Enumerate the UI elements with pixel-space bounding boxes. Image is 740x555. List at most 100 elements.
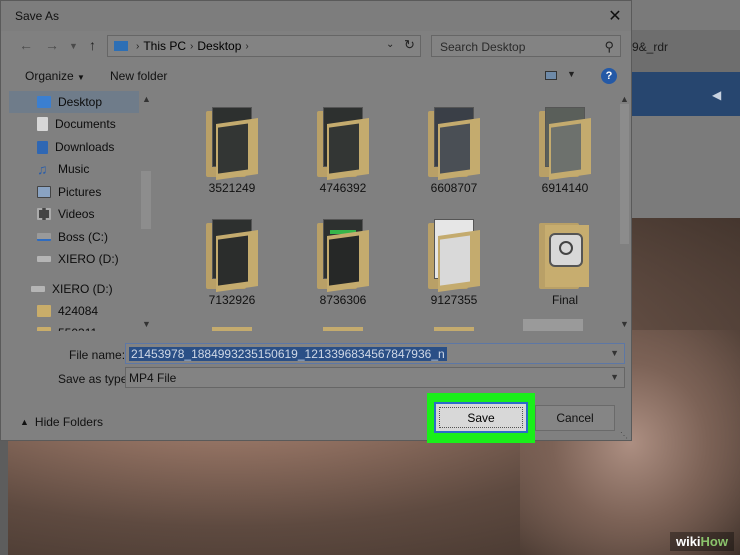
sidebar-item-xiero-d-root[interactable]: XIERO (D:) (9, 278, 139, 300)
file-name-input[interactable]: 21453978_1884993235150619_12133968345678… (125, 343, 625, 364)
file-name: 7132926 (208, 293, 256, 307)
save-as-type-select[interactable]: MP4 File ▼ (125, 367, 625, 388)
folder-icon (37, 327, 51, 331)
folder-icon (317, 219, 369, 292)
refresh-icon[interactable]: ↻ (404, 37, 415, 53)
back-arrow-icon[interactable]: ← (19, 37, 33, 53)
sidebar-item-downloads[interactable]: Downloads (9, 136, 139, 158)
file-item[interactable]: 4746392 (285, 97, 385, 205)
file-item[interactable]: 7132926 (174, 209, 274, 317)
navigation-scroll-thumb[interactable] (141, 171, 151, 229)
organize-button[interactable]: Organize ▼ (25, 69, 85, 83)
sidebar-item-boss-c[interactable]: Boss (C:) (9, 226, 139, 248)
downloads-icon (37, 140, 48, 154)
search-input[interactable]: Search Desktop (440, 40, 525, 54)
file-name: 4746392 (319, 181, 367, 195)
address-bar[interactable]: › This PC › Desktop › ⌄ ↻ (107, 35, 421, 57)
save-button[interactable]: Save (434, 402, 528, 433)
file-item[interactable]: 6914140 (507, 97, 607, 205)
folder-icon (428, 107, 480, 180)
chevron-up-icon: ▲ (20, 417, 29, 427)
scroll-up-icon[interactable]: ▲ (620, 94, 629, 104)
toolbar: Organize ▼ New folder ▼ (1, 63, 631, 89)
usb-drive-icon (31, 286, 45, 292)
wikihow-watermark: wikiHow (669, 532, 734, 551)
save-as-type-value: MP4 File (129, 371, 177, 385)
folder-icon (539, 107, 591, 180)
sidebar-item-pictures[interactable]: Pictures (9, 181, 139, 203)
forward-arrow-icon[interactable]: → (45, 37, 59, 53)
file-item[interactable]: 3521249 (174, 97, 274, 205)
usb-drive-icon (37, 256, 51, 262)
chevron-down-icon: ▼ (77, 73, 85, 82)
file-name-value[interactable]: 21453978_1884993235150619_12133968345678… (129, 347, 447, 361)
sidebar-item-documents[interactable]: Documents (9, 113, 139, 135)
file-item-partial[interactable] (285, 321, 385, 331)
help-icon[interactable]: ? (601, 68, 617, 84)
file-name: 6608707 (430, 181, 478, 195)
scroll-up-icon[interactable]: ▲ (142, 94, 151, 104)
file-name-label: File name: (69, 348, 126, 362)
file-list-scroll-thumb[interactable] (620, 104, 629, 244)
chevron-down-icon[interactable]: ▼ (610, 348, 619, 358)
breadcrumb-separator-icon[interactable]: › (136, 41, 139, 52)
file-item[interactable]: 9127355 (396, 209, 496, 317)
close-button[interactable]: ✕ (599, 3, 631, 29)
navigation-pane: Desktop Documents Downloads ♫ Music Pictu… (9, 91, 153, 331)
pictures-icon (37, 186, 51, 198)
documents-icon (37, 117, 48, 131)
sidebar-item-music[interactable]: ♫ Music (9, 158, 139, 180)
desktop-icon (37, 96, 51, 108)
background-tab-strip (632, 0, 740, 30)
resize-grip-icon[interactable]: ⋱ (620, 431, 628, 440)
cancel-button[interactable]: Cancel (535, 405, 615, 431)
close-icon: ✕ (608, 8, 622, 25)
sidebar-item-424084[interactable]: 424084 (9, 300, 139, 322)
folder-icon (206, 219, 258, 292)
file-item[interactable]: 6608707 (396, 97, 496, 205)
breadcrumb-separator-icon[interactable]: › (190, 41, 193, 52)
recent-locations-chevron-icon[interactable]: ▼ (69, 41, 78, 51)
folder-icon (428, 219, 480, 292)
drive-icon (37, 233, 51, 241)
breadcrumb-separator-icon[interactable]: › (245, 41, 248, 52)
file-name: 8736306 (319, 293, 367, 307)
title-bar: Save As ✕ (1, 1, 631, 31)
file-name: 6914140 (541, 181, 589, 195)
view-dropdown-icon[interactable]: ▼ (567, 69, 576, 79)
address-dropdown-icon[interactable]: ⌄ (386, 39, 394, 50)
search-icon: ⚲ (604, 39, 614, 54)
search-box[interactable]: Search Desktop ⚲ (431, 35, 621, 57)
file-item[interactable]: 8736306 (285, 209, 385, 317)
new-folder-button[interactable]: New folder (110, 69, 167, 83)
focus-ring (439, 407, 523, 428)
sidebar-item-xiero-d[interactable]: XIERO (D:) (9, 248, 139, 270)
file-name: 3521249 (208, 181, 256, 195)
save-as-dialog: Save As ✕ ← → ▼ ↑ › This PC › Desktop › … (0, 0, 632, 443)
sidebar-item-videos[interactable]: Videos (9, 203, 139, 225)
file-list: 3521249 4746392 6608707 6914140 7132926 … (154, 91, 616, 331)
file-name: 9127355 (430, 293, 478, 307)
breadcrumb-this-pc[interactable]: This PC (143, 39, 186, 53)
file-item-partial[interactable] (507, 317, 607, 331)
sidebar-item-desktop[interactable]: Desktop (9, 91, 139, 113)
videos-icon (37, 208, 51, 220)
dialog-title: Save As (15, 9, 60, 23)
sidebar-item-550311[interactable]: 550311 (9, 322, 139, 331)
music-icon: ♫ (37, 161, 48, 177)
chevron-down-icon[interactable]: ▼ (610, 372, 619, 382)
folder-icon (37, 305, 51, 317)
file-item[interactable]: Final (507, 209, 607, 317)
file-name: Final (551, 293, 578, 307)
folder-icon (539, 219, 591, 289)
folder-icon (206, 107, 258, 180)
scroll-down-icon[interactable]: ▼ (620, 319, 629, 329)
view-options-icon[interactable] (545, 71, 557, 80)
file-item-partial[interactable] (174, 321, 274, 331)
background-arrow-icon: ◀ (712, 88, 722, 102)
hide-folders-button[interactable]: ▲ Hide Folders (20, 415, 103, 429)
scroll-down-icon[interactable]: ▼ (142, 319, 151, 329)
up-arrow-icon[interactable]: ↑ (89, 37, 96, 53)
breadcrumb-desktop[interactable]: Desktop (197, 39, 241, 53)
file-item-partial[interactable] (396, 321, 496, 331)
